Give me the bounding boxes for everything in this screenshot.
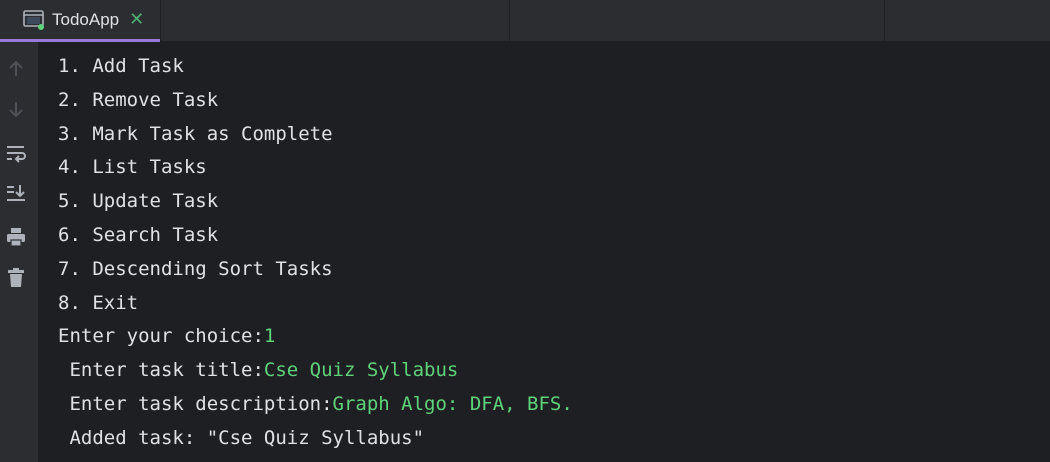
console-user-input: Cse Quiz Syllabus: [263, 359, 459, 382]
console-line: Enter task description:Graph Algo: DFA, …: [38, 392, 1050, 426]
console-user-input: 1: [263, 325, 276, 348]
console-user-input: Graph Algo: DFA, BFS.: [332, 392, 573, 415]
console-line: 5. Update Task: [38, 189, 1050, 223]
console-line-text: 1. Add Task: [58, 55, 184, 77]
console-line-text: 3. Mark Task as Complete: [58, 122, 333, 145]
console-line-text: Enter task title:: [58, 359, 264, 382]
trash-icon[interactable]: [5, 266, 27, 288]
console-line-text: 4. List Tasks: [58, 156, 207, 179]
console-output[interactable]: 1. Add Task 2. Remove Task 3. Mark Task as…: [38, 42, 1050, 462]
console-line-text: Enter task description:: [58, 392, 333, 415]
console-toolbar: [0, 42, 38, 462]
tab-divider: [884, 0, 885, 42]
console-line: Enter task title:Cse Quiz Syllabus: [38, 358, 1050, 392]
console-line-text: 8. Exit: [58, 291, 139, 314]
tab-bar: TodoApp ✕: [0, 0, 1050, 42]
console-line: 3. Mark Task as Complete: [38, 122, 1050, 156]
console-line-text: 6. Search Task: [58, 223, 219, 246]
arrow-down-icon[interactable]: [5, 98, 27, 120]
console-line-text: Enter your choice:: [58, 325, 264, 348]
console-line-text: 2. Remove Task: [58, 88, 219, 111]
console-line: 4. List Tasks: [38, 155, 1050, 189]
console-line: 1. Add Task: [38, 54, 1050, 88]
print-icon[interactable]: [5, 226, 27, 248]
console-line-text: Added task: "Cse Quiz Syllabus": [58, 426, 425, 449]
console-line: 7. Descending Sort Tasks: [38, 257, 1050, 291]
console-line: 8. Exit: [38, 291, 1050, 325]
tab-todoapp[interactable]: TodoApp ✕: [0, 0, 160, 42]
tab-label: TodoApp: [52, 9, 120, 29]
console-window-icon: [22, 8, 46, 32]
scroll-to-end-icon[interactable]: [5, 182, 27, 204]
console-line: Enter your choice:1: [38, 324, 1050, 358]
console-line: 6. Search Task: [38, 223, 1050, 257]
console-line-text: 7. Descending Sort Tasks: [58, 257, 333, 280]
console-line: 2. Remove Task: [38, 88, 1050, 122]
console-line-text: 5. Update Task: [58, 190, 219, 213]
tab-divider: [509, 0, 510, 42]
tab-divider: [160, 0, 161, 42]
close-icon[interactable]: ✕: [129, 10, 144, 29]
soft-wrap-icon[interactable]: [5, 142, 27, 164]
arrow-up-icon[interactable]: [5, 58, 27, 80]
console-line: Added task: "Cse Quiz Syllabus": [38, 426, 1050, 460]
